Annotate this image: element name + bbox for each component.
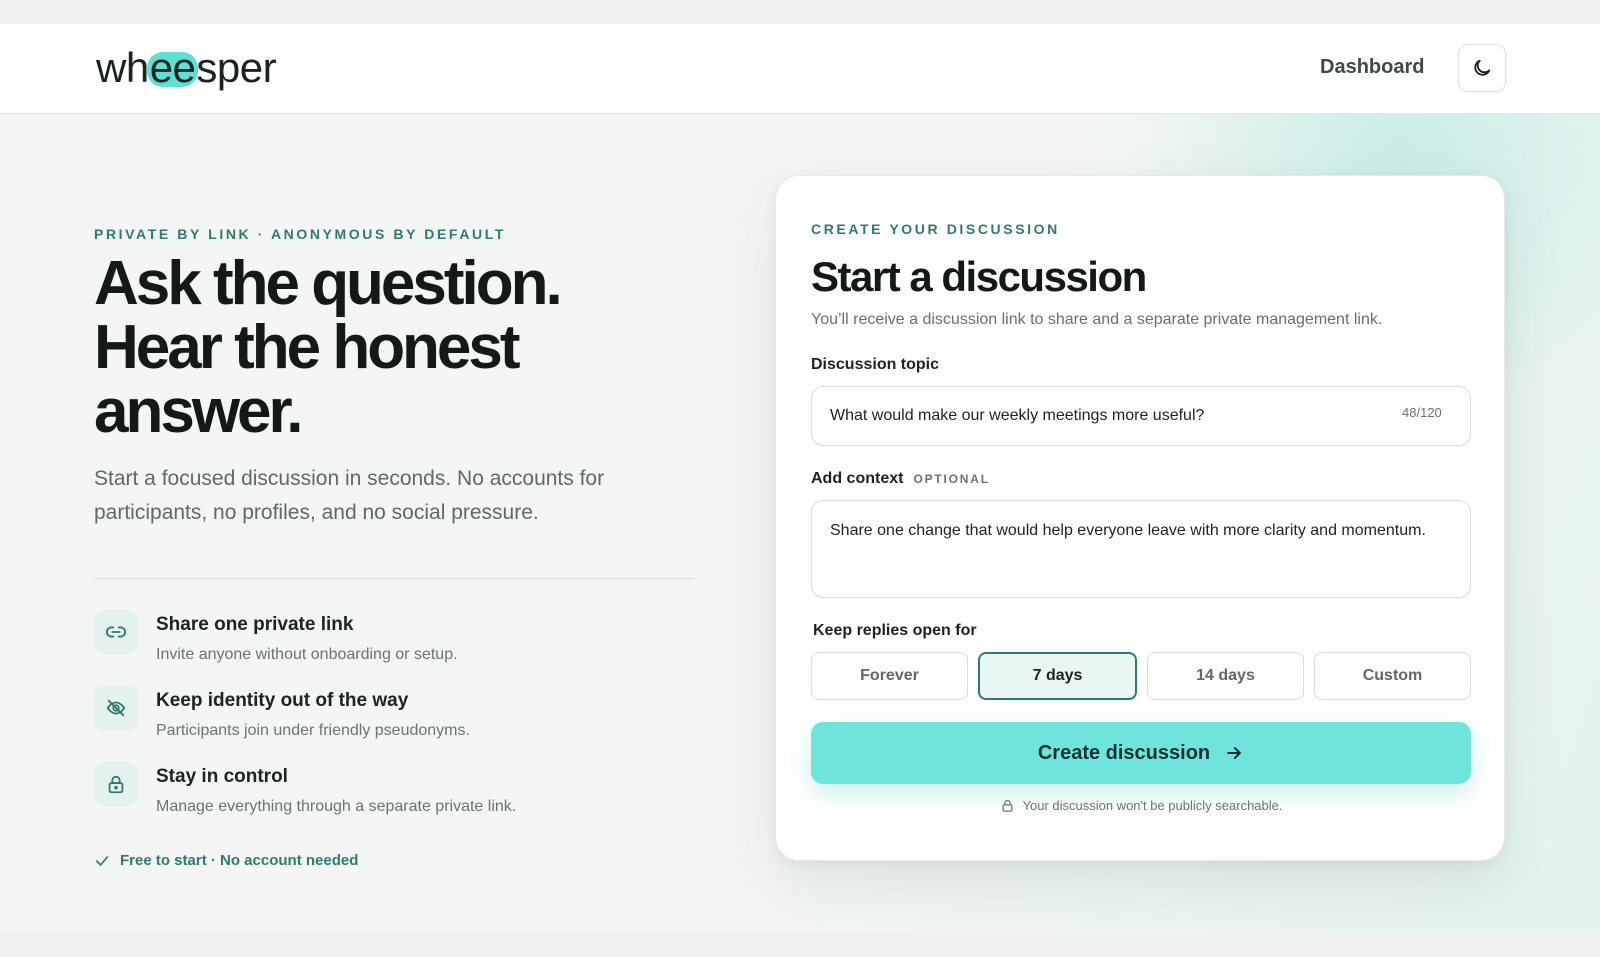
feature-desc: Manage everything through a separate pri… — [156, 798, 517, 815]
privacy-note-text: Your discussion won't be publicly search… — [1022, 798, 1283, 813]
lock-icon — [94, 762, 138, 806]
arrow-right-icon — [1227, 747, 1241, 759]
topic-input[interactable] — [811, 386, 1471, 446]
page: wh ee sper Dashboard PRIVATE BY LINK · ANO… — [0, 24, 1600, 932]
hero-subtext: Start a focused discussion in seconds. N… — [94, 467, 605, 524]
feature-identity: Keep identity out of the way Participant… — [94, 686, 694, 746]
link-icon — [94, 610, 138, 654]
hero-eyebrow: PRIVATE BY LINK · ANONYMOUS BY DEFAULT — [94, 226, 507, 242]
form-description: You’ll receive a discussion link to shar… — [811, 311, 1383, 328]
feature-title: Keep identity out of the way — [156, 690, 409, 711]
theme-toggle-button[interactable] — [1458, 44, 1506, 92]
dashboard-link[interactable]: Dashboard — [1320, 56, 1424, 79]
headline-line-1: Ask the question. — [94, 249, 563, 318]
context-textarea[interactable]: Share one change that would help everyon… — [811, 500, 1471, 598]
hero-headline: Ask the question. Hear the honest answer… — [94, 252, 714, 444]
duration-14-days-button[interactable]: 14 days — [1147, 652, 1304, 700]
topic-label: Discussion topic — [811, 356, 940, 373]
privacy-note: Your discussion won't be publicly search… — [776, 798, 1506, 813]
free-note: Free to start · No account needed — [94, 852, 358, 869]
logo-prefix: wh — [96, 44, 149, 91]
divider — [94, 578, 694, 579]
form-title: Start a discussion — [811, 253, 1147, 300]
headline-line-2: Hear the honest — [94, 313, 521, 382]
logo[interactable]: wh ee sper — [96, 44, 277, 92]
duration-forever-button[interactable]: Forever — [811, 652, 968, 700]
duration-options: Forever 7 days 14 days Custom — [811, 652, 1471, 700]
check-icon — [95, 855, 109, 866]
duration-custom-button[interactable]: Custom — [1314, 652, 1471, 700]
context-label: Add context OPTIONAL — [811, 470, 990, 488]
moon-icon — [1474, 59, 1491, 76]
create-discussion-button[interactable]: Create discussion — [811, 722, 1471, 784]
top-nav-bar: wh ee sper Dashboard — [0, 24, 1600, 114]
duration-label: Keep replies open for — [813, 622, 977, 639]
feature-desc: Participants join under friendly pseudon… — [156, 722, 470, 739]
feature-title: Share one private link — [156, 614, 354, 635]
free-note-text: Free to start · No account needed — [120, 852, 359, 869]
logo-highlight: ee — [146, 44, 199, 91]
eye-off-icon — [94, 686, 138, 730]
topic-char-counter: 48/120 — [1402, 405, 1442, 420]
headline-line-3: answer. — [94, 377, 303, 446]
feature-title: Stay in control — [156, 766, 288, 787]
optional-tag: OPTIONAL — [913, 472, 990, 486]
feature-share-link: Share one private link Invite anyone wit… — [94, 610, 694, 670]
lock-icon — [1002, 799, 1012, 812]
feature-control: Stay in control Manage everything throug… — [94, 762, 694, 822]
feature-desc: Invite anyone without onboarding or setu… — [156, 646, 458, 663]
create-button-label: Create discussion — [1037, 741, 1211, 764]
create-discussion-card: CREATE YOUR DISCUSSION Start a discussio… — [775, 175, 1505, 861]
context-label-text: Add context — [811, 470, 904, 487]
logo-suffix: sper — [196, 44, 277, 91]
form-eyebrow: CREATE YOUR DISCUSSION — [811, 221, 1060, 237]
duration-7-days-button[interactable]: 7 days — [978, 652, 1137, 700]
